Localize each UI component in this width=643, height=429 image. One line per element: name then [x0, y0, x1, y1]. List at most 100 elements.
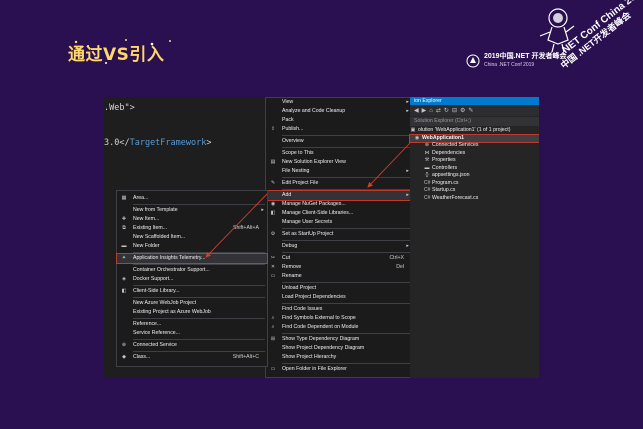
forward-icon[interactable]: ▶ — [422, 107, 427, 114]
menu-separator — [282, 303, 410, 304]
menu-item-label: Show Project Hierarchy — [282, 354, 337, 360]
menu-separator — [133, 264, 265, 265]
menu-item[interactable]: Add ▸ — [265, 190, 413, 201]
menu-item[interactable]: ◆ Class... Shift+Alt+C — [117, 353, 267, 362]
menu-item[interactable]: ✂ Cut Ctrl+X — [266, 254, 412, 263]
diagram-icon: ⊞ — [270, 336, 276, 342]
menu-item[interactable]: View ▸ — [266, 98, 412, 107]
menu-item-label: New Azure WebJob Project — [133, 300, 197, 306]
menu-item-label: Find Code Issues — [282, 306, 323, 312]
menu-item[interactable]: ✕ Remove Del — [266, 263, 412, 272]
menu-item-label: Load Project Dependencies — [282, 294, 346, 300]
properties-icon[interactable]: ⚙ — [460, 107, 465, 114]
back-icon[interactable]: ◀ — [414, 107, 419, 114]
menu-item-label: Find Symbols External to Scope — [282, 315, 356, 321]
menu-item-label: Show Project Dependency Diagram — [282, 345, 365, 351]
menu-item-label: Reference... — [133, 321, 162, 327]
remove-icon: ✕ — [270, 264, 276, 270]
tree-item[interactable]: ▬ Controllers — [410, 165, 539, 173]
menu-item-label: Debug — [282, 243, 298, 249]
tree-item[interactable]: ⋈ Dependencies — [410, 150, 539, 158]
conference-logo-icon — [466, 54, 480, 68]
sync-icon[interactable]: ⇄ — [436, 107, 441, 114]
slide-title: 通过VS引入 — [68, 38, 164, 66]
menu-item[interactable]: Find Code Issues — [266, 305, 412, 314]
cs-file-icon: C# — [424, 187, 431, 193]
tree-item[interactable]: C# Program.cs — [410, 180, 539, 188]
menu-item[interactable]: New from Template ▸ — [117, 206, 267, 215]
menu-item-label: New Scaffolded Item... — [133, 234, 186, 240]
menu-item[interactable]: ⌕ Find Code Dependent on Module — [266, 323, 412, 332]
menu-item[interactable]: ⧉ Existing Item... Shift+Alt+A — [117, 224, 267, 233]
home-icon[interactable]: ⌂ — [429, 108, 433, 114]
tree-item[interactable]: ⊕ Connected Services — [410, 142, 539, 150]
menu-item-label: Pack — [282, 117, 294, 123]
menu-item[interactable]: Overview — [266, 137, 412, 146]
menu-item[interactable]: ◈ Docker Support... — [117, 275, 267, 284]
open-folder-icon: ▭ — [270, 366, 276, 372]
docker-icon: ◈ — [122, 276, 126, 282]
menu-separator — [282, 177, 410, 178]
submenu-arrow-icon: ▸ — [406, 108, 409, 114]
tree-item[interactable]: ◉ WebApplication1 — [409, 133, 539, 143]
menu-item[interactable]: Unload Project — [266, 284, 412, 293]
menu-separator — [282, 135, 410, 136]
menu-item[interactable]: Manage User Secrets — [266, 218, 412, 227]
menu-item[interactable]: Existing Project as Azure WebJob — [117, 308, 267, 317]
menu-item[interactable]: Show Project Hierarchy — [266, 353, 412, 362]
find-icon: ⌕ — [271, 324, 275, 330]
menu-item[interactable]: ▤ New Solution Explorer View — [266, 158, 412, 167]
menu-item[interactable]: ⊕ Connected Service — [117, 341, 267, 350]
menu-item-label: New Folder — [133, 243, 160, 249]
menu-item[interactable]: ▦ Area... — [117, 194, 267, 203]
menu-item[interactable]: Show Project Dependency Diagram — [266, 344, 412, 353]
solution-node[interactable]: ▣ olution 'WebApplication1' (1 of 1 proje… — [410, 127, 539, 135]
menu-item-label: Manage User Secrets — [282, 219, 333, 225]
menu-item-label: Service Reference... — [133, 330, 180, 336]
menu-item[interactable]: Pack — [266, 116, 412, 125]
vs-screenshot: .Web"> 3.0</TargetFramework> View ▸ Analyz… — [104, 97, 539, 378]
menu-item[interactable]: ✎ Edit Project File — [266, 179, 412, 188]
menu-item[interactable]: Reference... — [117, 320, 267, 329]
menu-item[interactable]: ⇪ Publish... — [266, 125, 412, 134]
menu-separator — [282, 252, 410, 253]
menu-item[interactable]: Analyze and Code Cleanup ▸ — [266, 107, 412, 116]
menu-item[interactable]: ▭ Rename — [266, 272, 412, 281]
class-icon: ◆ — [122, 354, 126, 360]
client-library-icon: ◧ — [270, 210, 276, 216]
tree-item[interactable]: C# Startup.cs — [410, 187, 539, 195]
tree-item[interactable]: C# WeatherForecast.cs — [410, 195, 539, 203]
menu-item[interactable]: ⌕ Find Symbols External to Scope — [266, 314, 412, 323]
menu-item[interactable]: ◧ Client-Side Library... — [117, 287, 267, 296]
menu-item[interactable]: ✦ Application Insights Telemetry... — [116, 253, 268, 264]
menu-item-label: Remove — [282, 264, 302, 270]
collapse-icon[interactable]: ⊟ — [452, 107, 457, 114]
tree-item[interactable]: {} appsettings.json — [410, 172, 539, 180]
menu-item-label: Show Type Dependency Diagram — [282, 336, 360, 342]
menu-item[interactable]: ⚙ Set as StartUp Project — [266, 230, 412, 239]
menu-item[interactable]: ✚ New Item... — [117, 215, 267, 224]
solution-explorer-search[interactable]: Solution Explorer (Ctrl+;) — [410, 117, 539, 126]
menu-separator — [133, 351, 265, 352]
menu-item[interactable]: ◧ Manage Client-Side Libraries... — [266, 209, 412, 218]
menu-item[interactable]: ▬ New Folder — [117, 242, 267, 251]
menu-item[interactable]: ⊞ Show Type Dependency Diagram — [266, 335, 412, 344]
refresh-icon[interactable]: ↻ — [444, 107, 449, 114]
wrench-icon[interactable]: ✎ — [468, 107, 473, 114]
menu-item[interactable]: New Azure WebJob Project — [117, 299, 267, 308]
cut-icon: ✂ — [270, 255, 276, 261]
menu-item-label: Docker Support... — [133, 276, 174, 282]
menu-item[interactable]: File Nesting ▸ — [266, 167, 412, 176]
menu-item-label: Analyze and Code Cleanup — [282, 108, 346, 114]
menu-item[interactable]: ◉ Manage NuGet Packages... — [266, 200, 412, 209]
menu-item[interactable]: Load Project Dependencies — [266, 293, 412, 302]
menu-item[interactable]: ▭ Open Folder in File Explorer — [266, 365, 412, 374]
menu-item[interactable]: Container Orchestrator Support... — [117, 266, 267, 275]
menu-item[interactable]: Debug ▸ — [266, 242, 412, 251]
menu-item-label: Scope to This — [282, 150, 314, 156]
menu-item[interactable]: Scope to This — [266, 149, 412, 158]
menu-item[interactable]: Service Reference... — [117, 329, 267, 338]
menu-item[interactable]: New Scaffolded Item... — [117, 233, 267, 242]
menu-item-label: File Nesting — [282, 168, 310, 174]
tree-item[interactable]: ⚒ Properties — [410, 157, 539, 165]
